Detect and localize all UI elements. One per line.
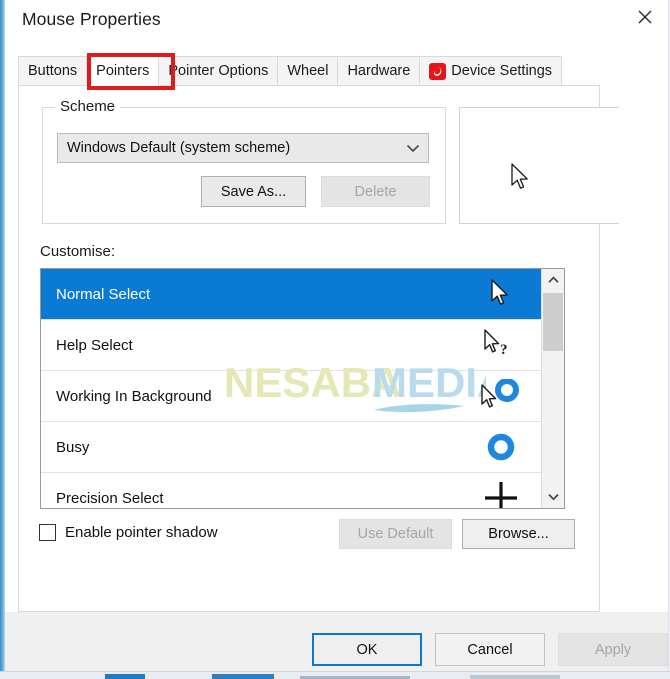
chevron-down-icon bbox=[398, 144, 428, 153]
browse-label: Browse... bbox=[488, 526, 549, 542]
dialog-button-row: OK Cancel Apply bbox=[5, 620, 669, 666]
tab-wheel-label: Wheel bbox=[287, 62, 329, 79]
enable-pointer-shadow-checkbox-row[interactable]: Enable pointer shadow bbox=[39, 524, 218, 541]
scheme-selected-value: Windows Default (system scheme) bbox=[67, 140, 291, 156]
cursor-preview-pane bbox=[459, 107, 619, 224]
taskbar-divider bbox=[0, 671, 670, 672]
taskbar-item bbox=[212, 674, 274, 679]
scheme-group-title: Scheme bbox=[55, 98, 121, 115]
enable-pointer-shadow-label: Enable pointer shadow bbox=[65, 524, 218, 541]
list-item-working-in-background[interactable]: Working In Background bbox=[41, 371, 541, 422]
ok-button[interactable]: OK bbox=[312, 633, 422, 666]
window-title: Mouse Properties bbox=[22, 9, 161, 29]
save-as-label: Save As... bbox=[220, 183, 287, 200]
scheme-combobox[interactable]: Windows Default (system scheme) bbox=[57, 133, 429, 163]
tab-wheel[interactable]: Wheel bbox=[278, 56, 339, 86]
arrow-cursor-icon bbox=[473, 269, 529, 319]
list-item-busy[interactable]: Busy bbox=[41, 422, 541, 473]
close-icon[interactable] bbox=[622, 0, 668, 33]
scrollbar-thumb[interactable] bbox=[543, 293, 563, 351]
taskbar-item bbox=[470, 675, 560, 679]
taskbar-item bbox=[105, 674, 145, 679]
ok-label: OK bbox=[356, 641, 378, 658]
delete-scheme-button: Delete bbox=[321, 176, 430, 207]
tab-device-settings-label: Device Settings bbox=[451, 62, 553, 79]
list-item-help-select[interactable]: Help Select ? bbox=[41, 320, 541, 371]
taskbar-sliver bbox=[0, 671, 670, 679]
arrow-ring-cursor-icon bbox=[473, 371, 529, 421]
apply-button: Apply bbox=[558, 633, 668, 666]
chevron-up-icon[interactable] bbox=[542, 269, 564, 291]
list-item-label: Help Select bbox=[56, 336, 133, 354]
list-item-label: Working In Background bbox=[56, 387, 212, 405]
device-settings-icon bbox=[429, 62, 447, 80]
tab-hardware-label: Hardware bbox=[347, 62, 411, 79]
pointer-list-scrollbar[interactable] bbox=[541, 269, 564, 508]
ring-cursor-icon bbox=[473, 422, 529, 472]
list-item-label: Normal Select bbox=[56, 285, 151, 303]
apply-label: Apply bbox=[594, 641, 632, 658]
chevron-down-icon[interactable] bbox=[542, 486, 564, 508]
tab-pointer-options[interactable]: Pointer Options bbox=[159, 56, 279, 86]
use-default-label: Use Default bbox=[357, 526, 434, 542]
enable-pointer-shadow-checkbox[interactable] bbox=[39, 524, 56, 541]
tab-buttons-label: Buttons bbox=[28, 62, 78, 79]
pointer-list-items: Normal Select Help Select ? Working In B… bbox=[41, 269, 541, 508]
tab-pointers-label: Pointers bbox=[96, 62, 150, 79]
tab-pointer-options-label: Pointer Options bbox=[168, 62, 269, 79]
titlebar: Mouse Properties bbox=[5, 0, 668, 44]
use-default-button: Use Default bbox=[339, 519, 452, 549]
pointer-list[interactable]: Normal Select Help Select ? Working In B… bbox=[40, 268, 565, 509]
cancel-button[interactable]: Cancel bbox=[435, 633, 545, 666]
list-item-precision-select[interactable]: Precision Select bbox=[41, 473, 541, 508]
tab-device-settings[interactable]: Device Settings bbox=[420, 56, 563, 86]
scheme-groupbox: Scheme Windows Default (system scheme) S… bbox=[42, 98, 446, 224]
tab-hardware[interactable]: Hardware bbox=[338, 56, 421, 86]
list-item-normal-select[interactable]: Normal Select bbox=[41, 269, 541, 320]
tab-pointers[interactable]: Pointers bbox=[87, 56, 160, 86]
list-item-label: Busy bbox=[56, 438, 90, 456]
save-as-button[interactable]: Save As... bbox=[201, 176, 306, 207]
delete-label: Delete bbox=[354, 183, 397, 200]
cancel-label: Cancel bbox=[467, 641, 513, 658]
pointers-tab-panel: Scheme Windows Default (system scheme) S… bbox=[18, 85, 619, 612]
crosshair-cursor-icon bbox=[473, 473, 529, 508]
tab-buttons[interactable]: Buttons bbox=[18, 56, 88, 86]
tab-strip: Buttons Pointers Pointer Options Wheel H… bbox=[18, 56, 600, 86]
browse-button[interactable]: Browse... bbox=[462, 519, 575, 549]
arrow-question-cursor-icon: ? bbox=[473, 320, 529, 370]
list-item-label: Precision Select bbox=[56, 489, 164, 507]
svg-text:?: ? bbox=[500, 342, 508, 358]
desktop-background: Mouse Properties Buttons Pointers Pointe… bbox=[0, 0, 670, 679]
customise-label: Customise: bbox=[40, 243, 116, 260]
normal-select-cursor-icon bbox=[510, 163, 532, 198]
mouse-properties-dialog: Mouse Properties Buttons Pointers Pointe… bbox=[5, 0, 669, 672]
